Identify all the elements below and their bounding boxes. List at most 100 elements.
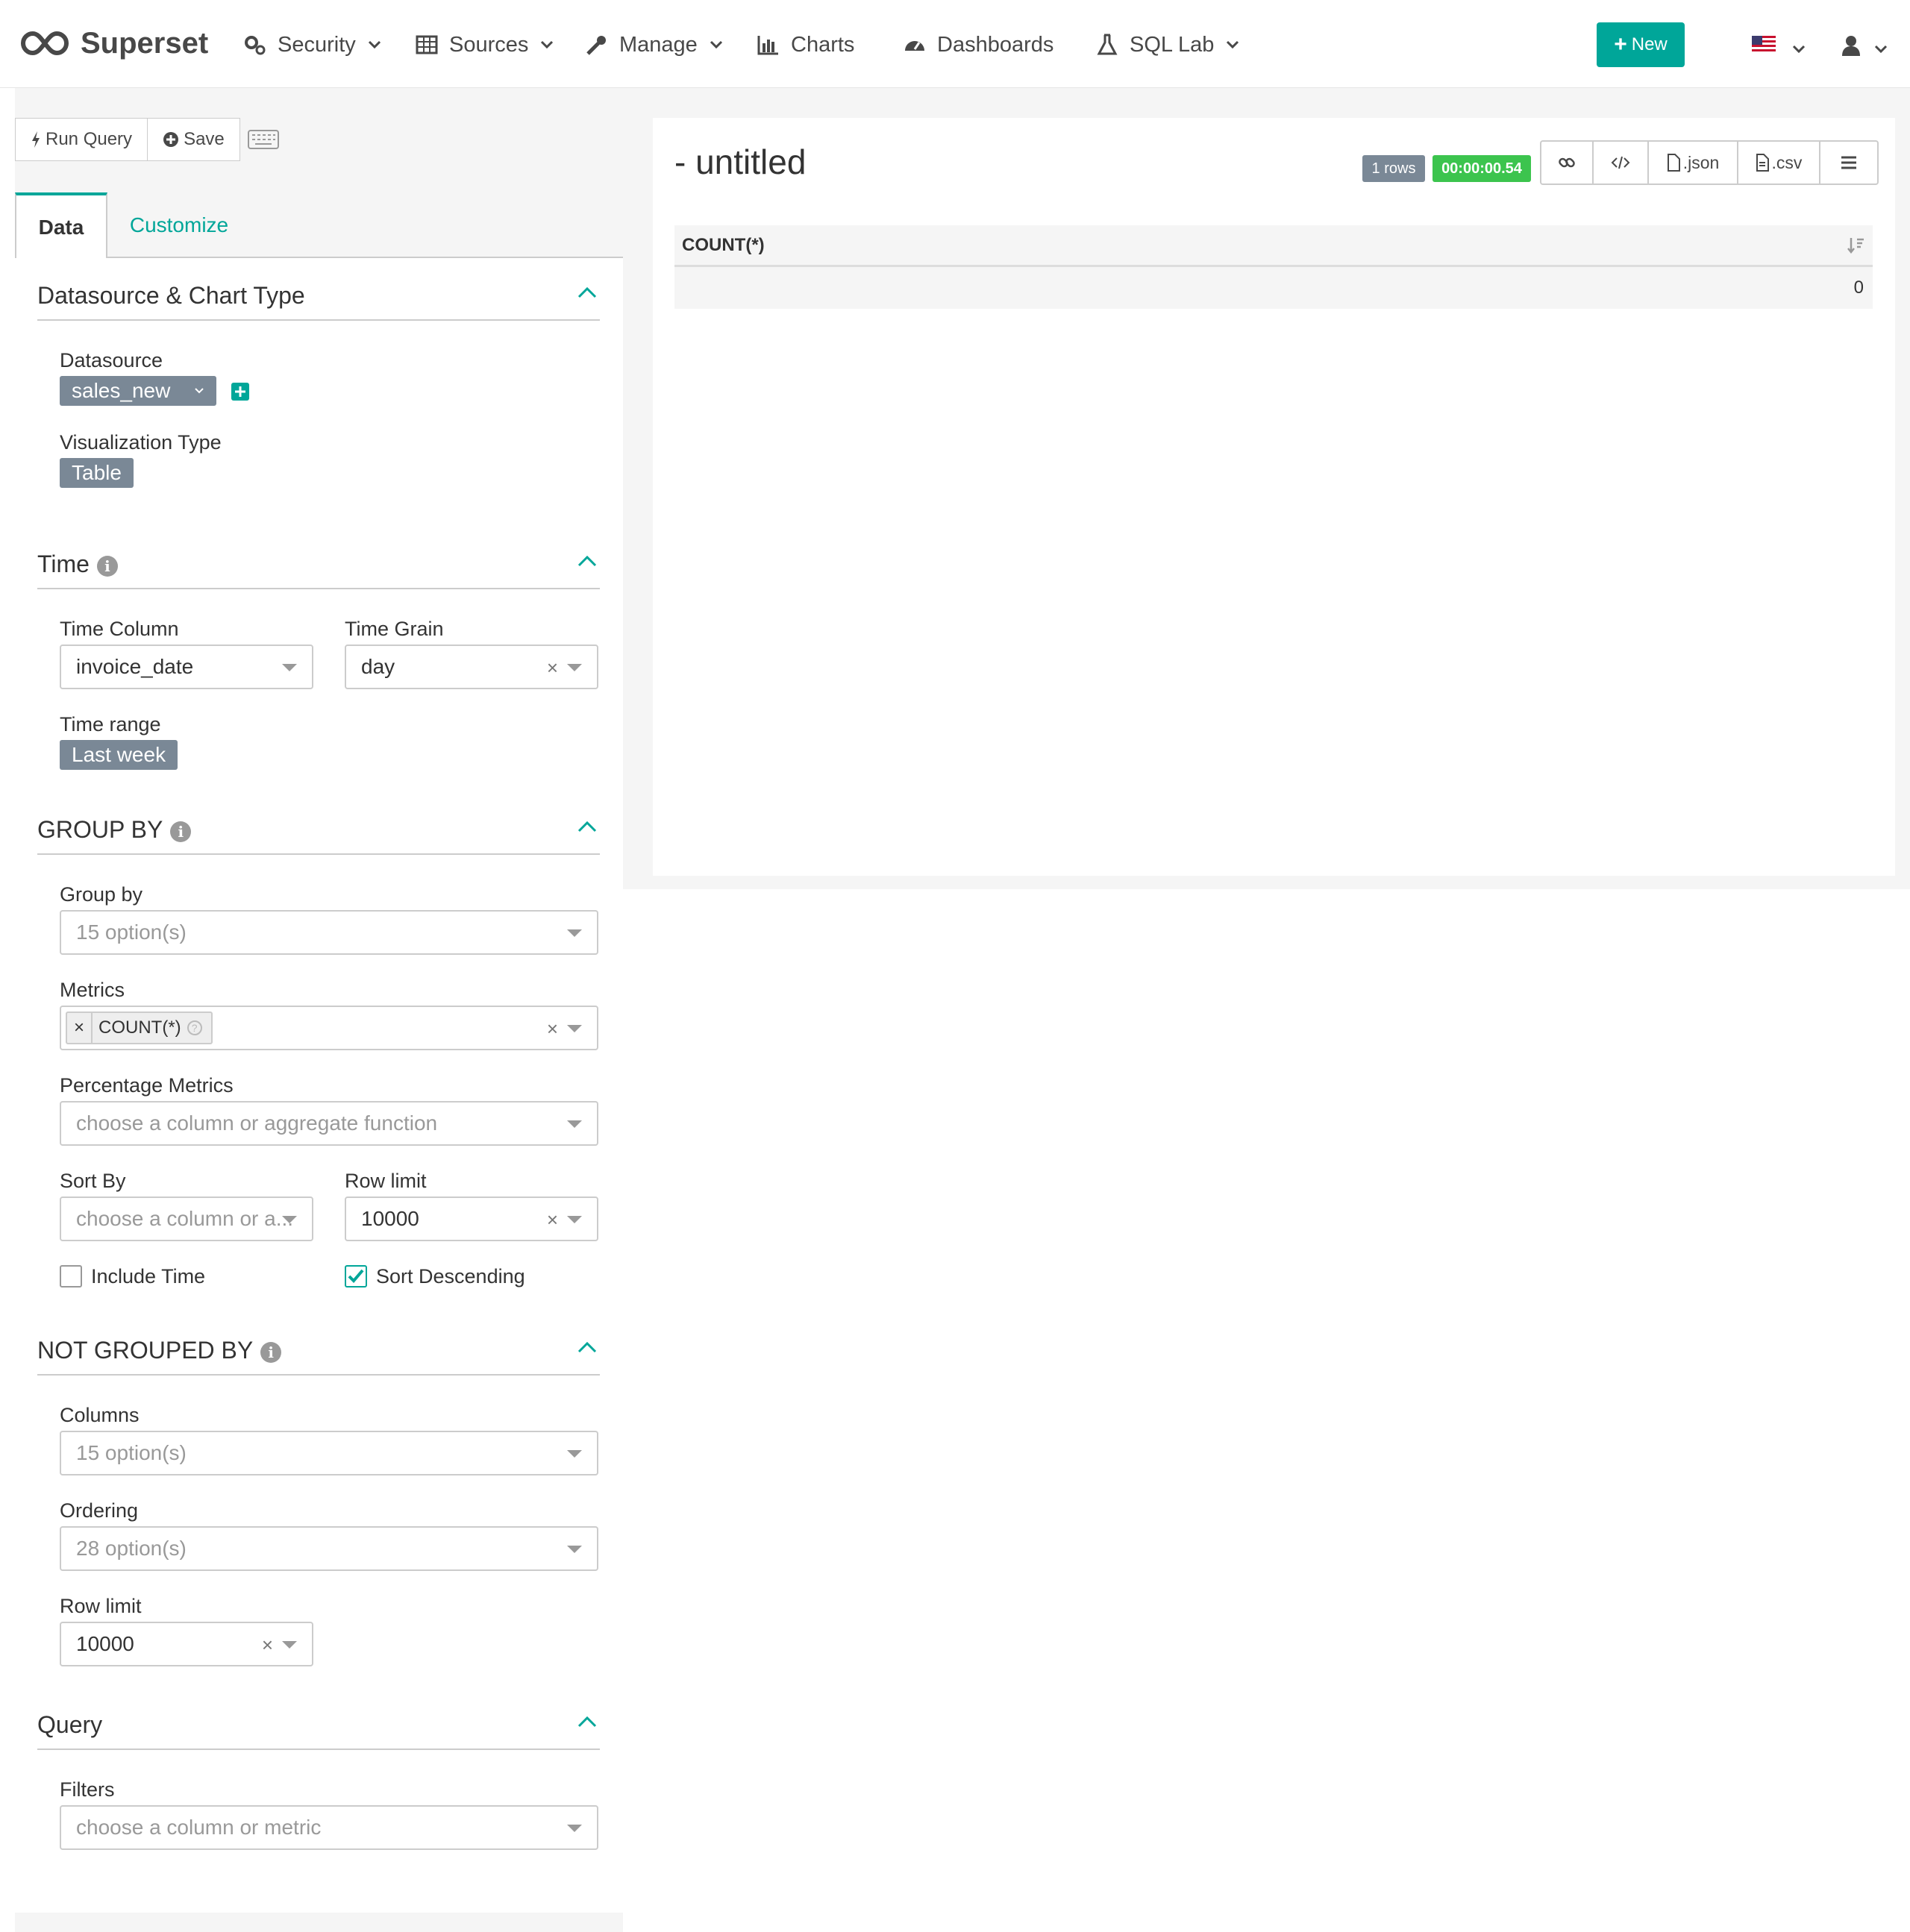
- run-query-label: Run Query: [46, 129, 133, 149]
- tab-data[interactable]: Data: [15, 192, 107, 260]
- metrics-select[interactable]: × COUNT(*) ? ×: [60, 1006, 598, 1050]
- filters-select[interactable]: choose a column or metric: [60, 1805, 598, 1850]
- time-range-select[interactable]: Last week: [60, 740, 178, 770]
- section-divider: [37, 319, 600, 321]
- ordering-select[interactable]: 28 option(s): [60, 1526, 598, 1571]
- wrench-icon: [586, 36, 606, 55]
- tab-customize[interactable]: Customize: [119, 192, 239, 258]
- dropdown-arrow-icon: [282, 664, 297, 671]
- new-button-label: New: [1631, 34, 1668, 54]
- time-column-label: Time Column: [60, 618, 179, 640]
- chevron-down-icon: [195, 388, 204, 394]
- nav-manage[interactable]: Manage: [585, 27, 723, 63]
- sort-descending-checkbox[interactable]: [345, 1265, 367, 1288]
- row-limit-2-value: 10000: [76, 1632, 134, 1655]
- info-icon[interactable]: i: [170, 821, 192, 842]
- chart-actions: .json .csv: [1540, 140, 1879, 185]
- nav-dashboards[interactable]: Dashboards: [903, 27, 1053, 63]
- more-menu-button[interactable]: [1820, 142, 1877, 184]
- export-json-button[interactable]: .json: [1649, 142, 1738, 184]
- nav-sql-lab[interactable]: SQL Lab: [1095, 27, 1239, 63]
- collapse-caret-up-icon[interactable]: [577, 286, 597, 298]
- help-icon[interactable]: ?: [187, 1020, 202, 1035]
- clear-icon[interactable]: ×: [547, 1017, 558, 1041]
- table-cell: 0: [1853, 277, 1864, 298]
- new-button[interactable]: + New: [1597, 22, 1685, 67]
- bolt-icon: [32, 131, 40, 148]
- clear-icon[interactable]: ×: [262, 1634, 273, 1657]
- columns-label: Columns: [60, 1404, 140, 1426]
- info-icon[interactable]: i: [260, 1341, 282, 1363]
- info-icon[interactable]: i: [96, 555, 118, 577]
- sort-icon[interactable]: [1847, 236, 1865, 254]
- plus-icon: +: [1614, 32, 1627, 57]
- file-code-icon: [1667, 154, 1680, 172]
- time-grain-label: Time Grain: [345, 618, 444, 640]
- pct-metrics-label: Percentage Metrics: [60, 1074, 234, 1097]
- section-datasource-title[interactable]: Datasource & Chart Type: [37, 282, 305, 310]
- time-column-select[interactable]: invoice_date: [60, 644, 313, 689]
- nav-sql-lab-label: SQL Lab: [1130, 32, 1215, 57]
- nav-security-label: Security: [278, 32, 356, 57]
- nav-charts[interactable]: Charts: [757, 27, 854, 63]
- chart-title[interactable]: - untitled: [674, 142, 806, 182]
- row-limit-2-select[interactable]: 10000 ×: [60, 1622, 313, 1666]
- sort-descending-label: Sort Descending: [376, 1265, 525, 1288]
- table-row: 0: [674, 267, 1873, 309]
- clear-icon[interactable]: ×: [547, 1208, 558, 1232]
- collapse-caret-up-icon[interactable]: [577, 555, 597, 567]
- run-query-button[interactable]: Run Query: [15, 118, 148, 161]
- link-button[interactable]: [1541, 142, 1594, 184]
- remove-metric-icon[interactable]: ×: [67, 1013, 93, 1043]
- columns-select[interactable]: 15 option(s): [60, 1431, 598, 1475]
- keyboard-icon[interactable]: [248, 130, 279, 149]
- query-time-badge: 00:00:00.54: [1432, 155, 1531, 182]
- metric-tag-label: COUNT(*): [98, 1017, 181, 1038]
- flask-icon: [1097, 34, 1118, 55]
- us-flag-icon[interactable]: [1752, 36, 1776, 54]
- add-datasource-icon[interactable]: [231, 383, 249, 401]
- collapse-caret-up-icon[interactable]: [577, 1716, 597, 1728]
- time-grain-value: day: [361, 655, 395, 678]
- user-chevron-down-icon[interactable]: [1874, 45, 1888, 54]
- control-tabs: Data Customize: [15, 192, 623, 260]
- group-by-label: Group by: [60, 883, 143, 906]
- nav-sources-label: Sources: [449, 32, 529, 57]
- dropdown-arrow-icon: [282, 1216, 297, 1223]
- table-header-count[interactable]: COUNT(*): [674, 225, 1873, 267]
- save-button[interactable]: Save: [148, 118, 240, 161]
- export-csv-button[interactable]: .csv: [1738, 142, 1820, 184]
- viz-type-select[interactable]: Table: [60, 458, 134, 488]
- time-grain-select[interactable]: day ×: [345, 644, 598, 689]
- nav-sources[interactable]: Sources: [415, 27, 554, 63]
- brand[interactable]: Superset: [21, 24, 208, 63]
- pct-metrics-select[interactable]: choose a column or aggregate function: [60, 1101, 598, 1146]
- collapse-caret-up-icon[interactable]: [577, 821, 597, 832]
- section-divider: [37, 853, 600, 855]
- datasource-select[interactable]: sales_new: [60, 376, 216, 406]
- embed-code-button[interactable]: [1594, 142, 1649, 184]
- sort-by-select[interactable]: choose a column or a...: [60, 1196, 313, 1241]
- brand-name: Superset: [81, 26, 209, 60]
- section-group-by-title[interactable]: GROUP BY i: [37, 816, 192, 844]
- section-time-title[interactable]: Time i: [37, 551, 118, 578]
- group-by-select[interactable]: 15 option(s): [60, 910, 598, 955]
- dropdown-arrow-icon: [567, 1450, 582, 1458]
- save-label: Save: [184, 129, 225, 149]
- metric-tag: × COUNT(*) ?: [66, 1012, 213, 1044]
- dropdown-arrow-icon: [567, 929, 582, 937]
- ordering-label: Ordering: [60, 1499, 139, 1522]
- table-header-label: COUNT(*): [682, 234, 765, 255]
- section-not-grouped-title[interactable]: NOT GROUPED BY i: [37, 1337, 282, 1364]
- collapse-caret-up-icon[interactable]: [577, 1341, 597, 1353]
- metrics-label: Metrics: [60, 979, 125, 1001]
- section-query-title[interactable]: Query: [37, 1711, 102, 1739]
- include-time-checkbox[interactable]: [60, 1265, 82, 1288]
- user-icon[interactable]: [1841, 34, 1861, 57]
- nav-security[interactable]: Security: [243, 27, 381, 63]
- language-chevron-down-icon[interactable]: [1792, 45, 1806, 54]
- clear-icon[interactable]: ×: [547, 656, 558, 680]
- row-limit-select[interactable]: 10000 ×: [345, 1196, 598, 1241]
- row-limit-label: Row limit: [345, 1170, 427, 1192]
- datasource-value: sales_new: [72, 379, 171, 402]
